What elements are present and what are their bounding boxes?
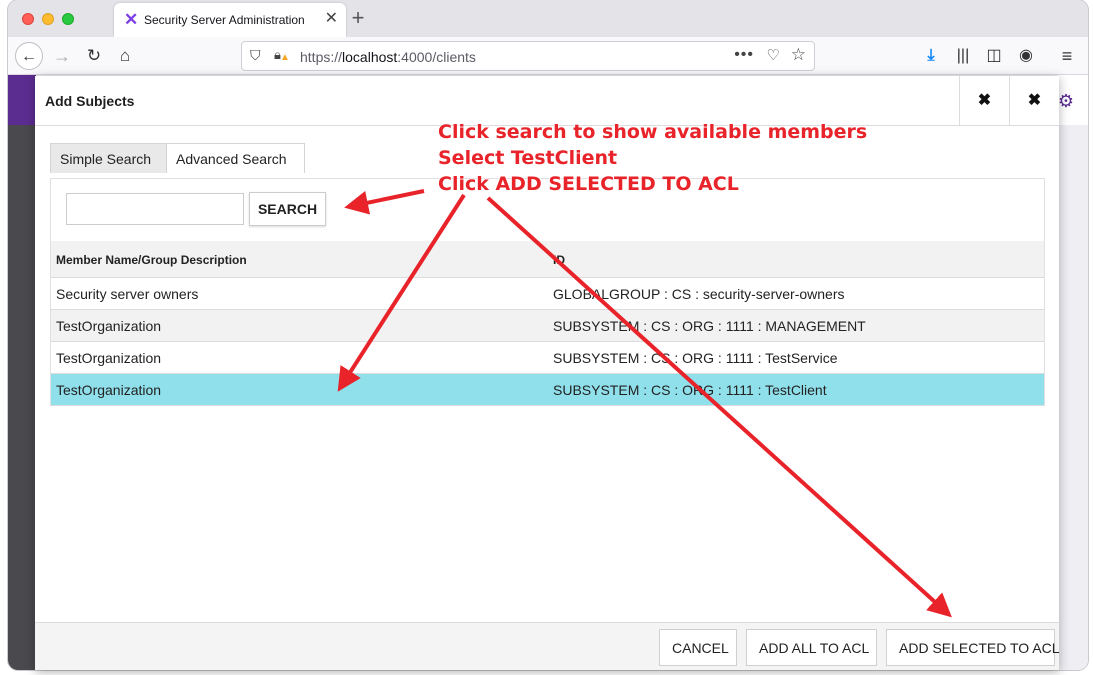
tab-advanced-search[interactable]: Advanced Search [167, 143, 305, 173]
reload-icon[interactable]: ↻ [80, 42, 108, 70]
annotation-line: Select TestClient [438, 147, 618, 169]
app-sidebar [8, 75, 36, 670]
table-row-selected[interactable]: TestOrganization SUBSYSTEM : CS : ORG : … [51, 374, 1044, 406]
library-icon[interactable]: ||| [952, 46, 974, 66]
account-icon[interactable]: ◉ [1015, 46, 1037, 66]
title-bar: ✕ Security Server Administration ✕ + [8, 0, 1088, 37]
window-close-button[interactable] [22, 13, 34, 25]
pocket-icon[interactable]: ♡ [767, 46, 780, 64]
window-minimize-button[interactable] [42, 13, 54, 25]
gear-icon[interactable]: ⚙ [1058, 91, 1074, 112]
sidebar-icon[interactable]: ◫ [983, 46, 1005, 66]
row-id: SUBSYSTEM : CS : ORG : 1111 : TestServic… [553, 350, 838, 366]
tab-close-icon[interactable]: ✕ [325, 10, 338, 28]
tab-title: Security Server Administration [144, 13, 305, 27]
row-id: SUBSYSTEM : CS : ORG : 1111 : TestClient [553, 382, 827, 398]
row-name: TestOrganization [56, 382, 162, 398]
xroad-logo-icon: ✕ [124, 10, 139, 29]
forward-icon[interactable]: → [48, 42, 76, 70]
browser-tab[interactable]: ✕ Security Server Administration ✕ [114, 3, 346, 37]
back-icon[interactable]: ← [15, 42, 43, 70]
add-all-to-acl-button[interactable]: ADD ALL TO ACL [746, 629, 877, 666]
annotation-line: Click ADD SELECTED TO ACL [438, 173, 739, 195]
app-header-strip [8, 75, 36, 125]
search-button[interactable]: SEARCH [249, 192, 326, 226]
table-row[interactable]: TestOrganization SUBSYSTEM : CS : ORG : … [51, 342, 1044, 374]
row-name: TestOrganization [56, 350, 162, 366]
new-tab-button[interactable]: + [346, 6, 370, 30]
annotation-line: Click search to show available members [438, 121, 868, 143]
star-icon[interactable]: ☆ [791, 45, 806, 65]
close-icon[interactable]: ✖ [1009, 76, 1059, 126]
shield-icon[interactable]: ⛉ [250, 47, 261, 64]
window-maximize-button[interactable] [62, 13, 74, 25]
url-bar[interactable]: ⛉ 🔒︎ ▲ https://localhost:4000/clients •••… [241, 41, 815, 71]
members-table: Member Name/Group Description ID Securit… [50, 241, 1045, 406]
search-input[interactable] [66, 193, 244, 225]
row-id: GLOBALGROUP : CS : security-server-owner… [553, 286, 845, 302]
dialog-footer: CANCEL ADD ALL TO ACL ADD SELECTED TO AC… [35, 622, 1060, 670]
tab-simple-search[interactable]: Simple Search [50, 143, 167, 173]
dialog-title: Add Subjects [45, 93, 135, 109]
row-id: SUBSYSTEM : CS : ORG : 1111 : MANAGEMENT [553, 318, 866, 334]
more-icon[interactable]: ••• [734, 46, 754, 64]
column-header-name[interactable]: Member Name/Group Description [56, 253, 247, 267]
cancel-button[interactable]: CANCEL [659, 629, 737, 666]
table-row[interactable]: Security server owners GLOBALGROUP : CS … [51, 278, 1044, 310]
instruction-annotation: Click search to show available members S… [438, 119, 867, 197]
column-header-id[interactable]: ID [553, 253, 565, 267]
add-selected-to-acl-button[interactable]: ADD SELECTED TO ACL [886, 629, 1060, 666]
row-name: Security server owners [56, 286, 199, 302]
app-right-area: ⚙ [1058, 75, 1088, 670]
download-icon[interactable]: ⤓ [920, 46, 942, 66]
menu-icon[interactable]: ≡ [1056, 46, 1078, 66]
lock-warning-icon[interactable]: 🔒︎ ▲ [274, 47, 290, 63]
row-name: TestOrganization [56, 318, 162, 334]
url-text[interactable]: https://localhost:4000/clients [300, 49, 476, 65]
expand-icon[interactable]: ✖ [959, 76, 1009, 126]
navigation-bar: ← → ↻ ⌂ ⛉ 🔒︎ ▲ https://localhost:4000/cli… [8, 37, 1088, 75]
home-icon[interactable]: ⌂ [111, 42, 139, 70]
table-row[interactable]: TestOrganization SUBSYSTEM : CS : ORG : … [51, 310, 1044, 342]
table-header: Member Name/Group Description ID [51, 241, 1044, 278]
